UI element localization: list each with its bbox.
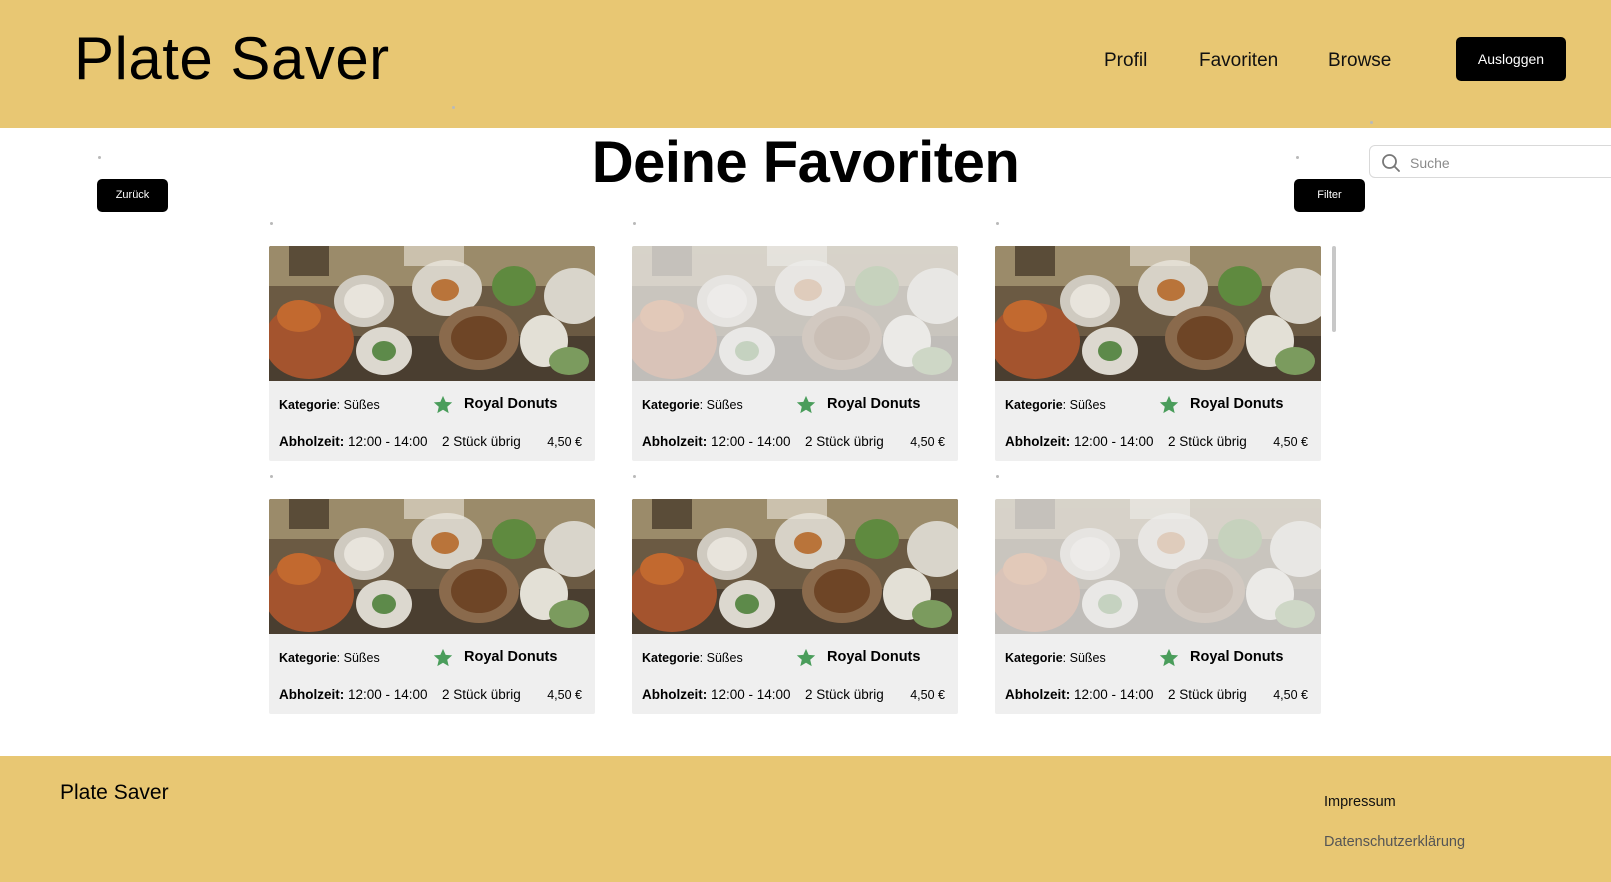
favorite-card[interactable]: Kategorie: Süßes Royal Donuts Abholzeit:… bbox=[995, 246, 1321, 461]
price: 4,50 € bbox=[1273, 435, 1308, 449]
pickup-time: Abholzeit: 12:00 - 14:00 bbox=[1005, 434, 1154, 449]
favorite-card[interactable]: Kategorie: Süßes Royal Donuts Abholzeit:… bbox=[269, 499, 595, 714]
card-info-row: Kategorie: Süßes Royal Donuts bbox=[269, 648, 595, 668]
stock-count: 2 Stück übrig bbox=[442, 434, 521, 449]
card-info-row: Kategorie: Süßes Royal Donuts bbox=[995, 648, 1321, 668]
impressum-link[interactable]: Impressum bbox=[1324, 794, 1396, 810]
decorative-dot bbox=[633, 475, 636, 478]
price: 4,50 € bbox=[547, 435, 582, 449]
store-name: Royal Donuts bbox=[1190, 396, 1284, 412]
decorative-dot bbox=[996, 222, 999, 225]
card-details-row: Abholzeit: 12:00 - 14:00 2 Stück übrig 4… bbox=[269, 432, 595, 452]
category-text: Kategorie: Süßes bbox=[279, 651, 380, 665]
decorative-dot bbox=[1370, 121, 1373, 124]
card-details-row: Abholzeit: 12:00 - 14:00 2 Stück übrig 4… bbox=[269, 685, 595, 705]
decorative-dot bbox=[996, 475, 999, 478]
privacy-link[interactable]: Datenschutzerklärung bbox=[1324, 834, 1465, 850]
decorative-dot bbox=[270, 222, 273, 225]
price: 4,50 € bbox=[1273, 688, 1308, 702]
card-info-row: Kategorie: Süßes Royal Donuts bbox=[632, 648, 958, 668]
decorative-dot bbox=[633, 222, 636, 225]
pickup-time: Abholzeit: 12:00 - 14:00 bbox=[279, 434, 428, 449]
stock-count: 2 Stück übrig bbox=[805, 434, 884, 449]
food-photo bbox=[995, 499, 1321, 634]
nav-profil[interactable]: Profil bbox=[1104, 49, 1147, 73]
pickup-time: Abholzeit: 12:00 - 14:00 bbox=[279, 687, 428, 702]
category-text: Kategorie: Süßes bbox=[642, 651, 743, 665]
favorite-card[interactable]: Kategorie: Süßes Royal Donuts Abholzeit:… bbox=[632, 246, 958, 461]
pickup-time: Abholzeit: 12:00 - 14:00 bbox=[642, 687, 791, 702]
pickup-time: Abholzeit: 12:00 - 14:00 bbox=[642, 434, 791, 449]
card-info-row: Kategorie: Süßes Royal Donuts bbox=[995, 395, 1321, 415]
stock-count: 2 Stück übrig bbox=[442, 687, 521, 702]
food-photo bbox=[269, 499, 595, 634]
favorite-card[interactable]: Kategorie: Süßes Royal Donuts Abholzeit:… bbox=[995, 499, 1321, 714]
favorite-card[interactable]: Kategorie: Süßes Royal Donuts Abholzeit:… bbox=[269, 246, 595, 461]
search-icon bbox=[1382, 154, 1400, 172]
store-name: Royal Donuts bbox=[1190, 649, 1284, 665]
category-text: Kategorie: Süßes bbox=[642, 398, 743, 412]
top-header: Plate Saver Profil Favoriten Browse Ausl… bbox=[0, 0, 1611, 128]
stock-count: 2 Stück übrig bbox=[805, 687, 884, 702]
category-text: Kategorie: Süßes bbox=[279, 398, 380, 412]
food-photo bbox=[269, 246, 595, 381]
price: 4,50 € bbox=[910, 688, 945, 702]
star-icon[interactable] bbox=[1158, 394, 1180, 416]
pickup-time: Abholzeit: 12:00 - 14:00 bbox=[1005, 687, 1154, 702]
card-info-row: Kategorie: Süßes Royal Donuts bbox=[269, 395, 595, 415]
logout-button[interactable]: Ausloggen bbox=[1456, 37, 1566, 81]
category-text: Kategorie: Süßes bbox=[1005, 398, 1106, 412]
store-name: Royal Donuts bbox=[464, 649, 558, 665]
back-button[interactable]: Zurück bbox=[97, 179, 168, 212]
star-icon[interactable] bbox=[432, 394, 454, 416]
star-icon[interactable] bbox=[795, 394, 817, 416]
brand-logo[interactable]: Plate Saver bbox=[74, 22, 390, 96]
nav-browse[interactable]: Browse bbox=[1328, 49, 1391, 73]
food-photo bbox=[632, 499, 958, 634]
store-name: Royal Donuts bbox=[827, 396, 921, 412]
food-photo bbox=[995, 246, 1321, 381]
decorative-dot bbox=[452, 106, 455, 109]
stock-count: 2 Stück übrig bbox=[1168, 434, 1247, 449]
category-text: Kategorie: Süßes bbox=[1005, 651, 1106, 665]
search-box[interactable] bbox=[1369, 145, 1611, 178]
card-details-row: Abholzeit: 12:00 - 14:00 2 Stück übrig 4… bbox=[632, 432, 958, 452]
store-name: Royal Donuts bbox=[827, 649, 921, 665]
card-details-row: Abholzeit: 12:00 - 14:00 2 Stück übrig 4… bbox=[995, 685, 1321, 705]
star-icon[interactable] bbox=[432, 647, 454, 669]
scrollbar[interactable] bbox=[1332, 246, 1336, 332]
star-icon[interactable] bbox=[795, 647, 817, 669]
stock-count: 2 Stück übrig bbox=[1168, 687, 1247, 702]
decorative-dot bbox=[270, 475, 273, 478]
price: 4,50 € bbox=[910, 435, 945, 449]
nav-favoriten[interactable]: Favoriten bbox=[1199, 49, 1278, 73]
card-details-row: Abholzeit: 12:00 - 14:00 2 Stück übrig 4… bbox=[632, 685, 958, 705]
price: 4,50 € bbox=[547, 688, 582, 702]
card-details-row: Abholzeit: 12:00 - 14:00 2 Stück übrig 4… bbox=[995, 432, 1321, 452]
star-icon[interactable] bbox=[1158, 647, 1180, 669]
search-input[interactable] bbox=[1408, 151, 1592, 175]
favorite-card[interactable]: Kategorie: Süßes Royal Donuts Abholzeit:… bbox=[632, 499, 958, 714]
footer: Plate Saver Impressum Datenschutzerkläru… bbox=[0, 756, 1611, 882]
footer-brand: Plate Saver bbox=[60, 781, 169, 804]
card-info-row: Kategorie: Süßes Royal Donuts bbox=[632, 395, 958, 415]
filter-button[interactable]: Filter bbox=[1294, 179, 1365, 212]
store-name: Royal Donuts bbox=[464, 396, 558, 412]
food-photo bbox=[632, 246, 958, 381]
